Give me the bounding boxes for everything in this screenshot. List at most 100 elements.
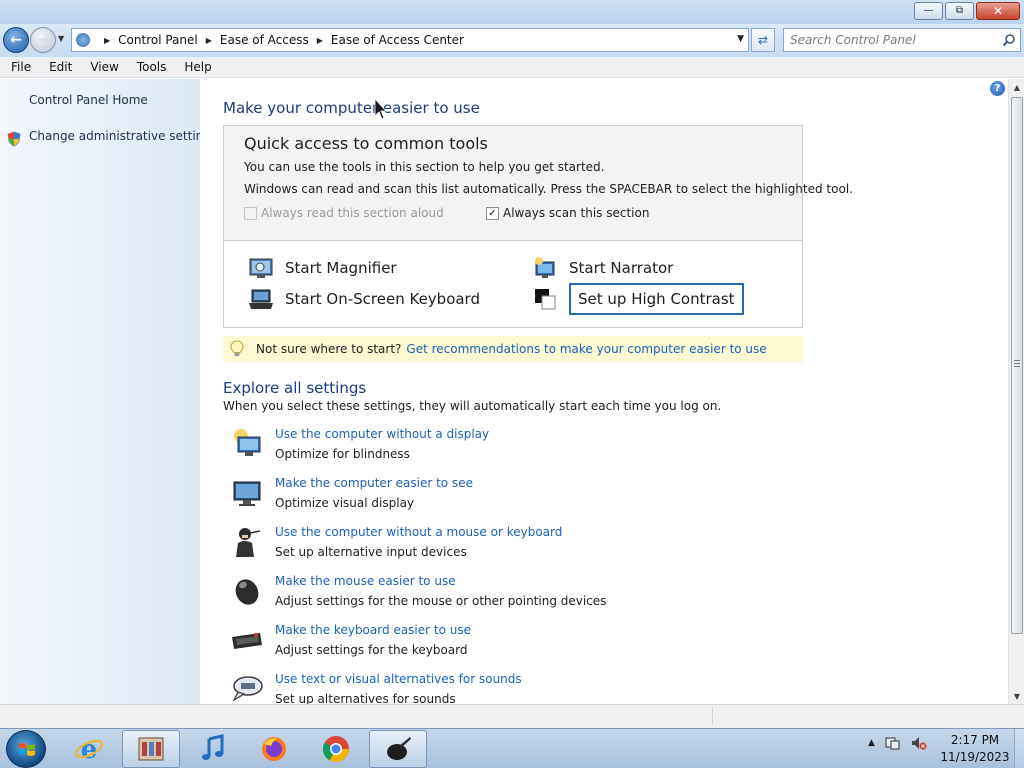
firefox-icon xyxy=(262,737,286,761)
minimize-icon: — xyxy=(923,5,934,16)
forward-button[interactable]: → xyxy=(30,27,56,53)
start-narrator-button[interactable]: Start Narrator xyxy=(532,256,673,280)
scan-checkbox[interactable]: ✓ xyxy=(486,206,499,220)
setting-link-without-mouse-keyboard[interactable]: Use the computer without a mouse or keyb… xyxy=(275,525,562,539)
system-clock[interactable]: 2:17 PM 11/19/2023 xyxy=(935,732,1015,766)
set-up-high-contrast-label[interactable]: Set up High Contrast xyxy=(569,283,744,315)
show-desktop-button[interactable] xyxy=(1014,729,1024,768)
recommendations-link[interactable]: Get recommendations to make your compute… xyxy=(406,342,766,356)
menu-view[interactable]: View xyxy=(81,60,127,74)
scrollbar-thumb[interactable] xyxy=(1011,97,1023,634)
refresh-icon: ⇄ xyxy=(757,33,769,47)
mouse-pointer-icon xyxy=(374,98,387,120)
minimize-button[interactable]: — xyxy=(914,2,943,20)
set-up-high-contrast-button[interactable]: Set up High Contrast xyxy=(532,283,744,315)
start-on-screen-keyboard-label[interactable]: Start On-Screen Keyboard xyxy=(285,290,480,308)
back-arrow-icon: ← xyxy=(10,32,22,48)
start-narrator-label[interactable]: Start Narrator xyxy=(569,259,673,277)
window-controls: — ⧉ ✕ xyxy=(914,2,1020,20)
explore-heading: Explore all settings xyxy=(223,379,367,397)
refresh-button[interactable]: ⇄ xyxy=(751,28,775,52)
address-bar[interactable]: ▶ Control Panel ▶ Ease of Access ▶ Ease … xyxy=(71,28,749,52)
setting-without-display: Use the computer without a display Optim… xyxy=(230,427,790,471)
svg-text:e: e xyxy=(81,735,98,764)
monitor-sun-icon xyxy=(234,429,261,456)
setting-sounds-alternatives: Use text or visual alternatives for soun… xyxy=(230,672,790,704)
narrator-icon xyxy=(535,257,555,278)
setting-desc-without-display: Optimize for blindness xyxy=(275,447,410,461)
recent-pages-dropdown[interactable]: ▼ xyxy=(58,34,64,43)
menu-help[interactable]: Help xyxy=(175,60,220,74)
start-magnifier-button[interactable]: Start Magnifier xyxy=(248,256,397,280)
taskbar-internet-explorer[interactable]: e xyxy=(60,730,118,768)
scroll-down-icon[interactable]: ▼ xyxy=(1009,688,1024,704)
high-contrast-icon xyxy=(535,289,556,310)
setting-easier-to-see: Make the computer easier to see Optimize… xyxy=(230,476,790,520)
control-panel-icon xyxy=(76,33,90,47)
setting-link-keyboard[interactable]: Make the keyboard easier to use xyxy=(275,623,471,637)
start-magnifier-label[interactable]: Start Magnifier xyxy=(285,259,397,277)
setting-desc-keyboard: Adjust settings for the keyboard xyxy=(275,643,468,657)
clock-time: 2:17 PM xyxy=(950,733,1000,747)
scroll-up-icon[interactable]: ▲ xyxy=(1009,79,1024,95)
chevron-right-icon[interactable]: ▶ xyxy=(317,36,323,45)
setting-link-easier-to-see[interactable]: Make the computer easier to see xyxy=(275,476,473,490)
action-center-icon[interactable] xyxy=(885,735,901,751)
monitor-icon xyxy=(233,481,261,506)
search-icon[interactable] xyxy=(1002,33,1016,47)
page-title: Make your computer easier to use xyxy=(223,99,480,117)
setting-mouse: Make the mouse easier to use Adjust sett… xyxy=(230,574,790,618)
setting-link-sounds-alternatives[interactable]: Use text or visual alternatives for soun… xyxy=(275,672,522,686)
sidebar-item-control-panel-home[interactable]: Control Panel Home xyxy=(29,93,148,107)
setting-desc-easier-to-see: Optimize visual display xyxy=(275,496,415,510)
scan-option[interactable]: ✓ Always scan this section xyxy=(486,206,649,220)
setting-link-mouse[interactable]: Make the mouse easier to use xyxy=(275,574,456,588)
setting-desc-mouse: Adjust settings for the mouse or other p… xyxy=(275,594,607,608)
windows-logo-icon xyxy=(19,743,35,756)
taskbar-control-panel[interactable] xyxy=(122,730,180,768)
maximize-button[interactable]: ⧉ xyxy=(945,2,974,20)
read-aloud-option: Always read this section aloud xyxy=(244,206,444,220)
restore-icon: ⧉ xyxy=(955,5,964,16)
vertical-scrollbar[interactable]: ▲ ▼ xyxy=(1008,79,1024,704)
taskbar-chrome[interactable] xyxy=(307,730,365,768)
menu-edit[interactable]: Edit xyxy=(40,60,81,74)
main-content: ? Make your computer easier to use Quick… xyxy=(200,79,1008,704)
taskbar-ink-app[interactable] xyxy=(369,730,427,768)
chevron-right-icon[interactable]: ▶ xyxy=(104,36,110,45)
quick-access-header: Quick access to common tools You can use… xyxy=(224,126,853,241)
breadcrumb-control-panel[interactable]: Control Panel xyxy=(118,33,198,47)
start-on-screen-keyboard-button[interactable]: Start On-Screen Keyboard xyxy=(248,287,480,311)
breadcrumb-ease-of-access[interactable]: Ease of Access xyxy=(220,33,309,47)
grip-icon xyxy=(1014,360,1020,367)
chrome-icon xyxy=(322,736,350,763)
system-tray: ▲ xyxy=(868,735,927,751)
taskbar-firefox[interactable] xyxy=(245,730,303,768)
search-box[interactable] xyxy=(783,28,1021,52)
setting-without-mouse-keyboard: Use the computer without a mouse or keyb… xyxy=(230,525,790,569)
quick-access-scan-note: Windows can read and scan this list auto… xyxy=(244,182,853,196)
start-button[interactable] xyxy=(6,730,46,768)
sidebar-item-change-admin-settings[interactable]: Change administrative settings xyxy=(29,129,217,143)
menu-file[interactable]: File xyxy=(2,60,40,74)
close-button[interactable]: ✕ xyxy=(976,2,1020,20)
sidebar: Control Panel Home Change administrative… xyxy=(0,79,217,704)
address-dropdown-icon[interactable]: ▼ xyxy=(737,34,744,44)
menu-bar: File Edit View Tools Help xyxy=(0,57,1024,78)
help-icon[interactable]: ? xyxy=(990,81,1005,96)
scan-label[interactable]: Always scan this section xyxy=(503,206,649,220)
chevron-right-icon[interactable]: ▶ xyxy=(206,36,212,45)
breadcrumb-ease-of-access-center[interactable]: Ease of Access Center xyxy=(331,33,464,47)
quick-access-panel: Quick access to common tools You can use… xyxy=(223,125,853,328)
speech-bubble-icon xyxy=(232,676,263,702)
setting-link-without-display[interactable]: Use the computer without a display xyxy=(275,427,489,441)
explore-subtitle: When you select these settings, they wil… xyxy=(223,399,722,413)
back-button[interactable]: ← xyxy=(3,27,29,53)
taskbar-music[interactable] xyxy=(184,730,242,768)
internet-explorer-icon: e xyxy=(75,735,103,764)
search-input[interactable] xyxy=(790,33,990,47)
show-hidden-icons-icon[interactable]: ▲ xyxy=(868,738,875,748)
menu-tools[interactable]: Tools xyxy=(128,60,176,74)
volume-muted-icon[interactable] xyxy=(911,735,927,751)
quick-access-heading: Quick access to common tools xyxy=(244,134,488,153)
